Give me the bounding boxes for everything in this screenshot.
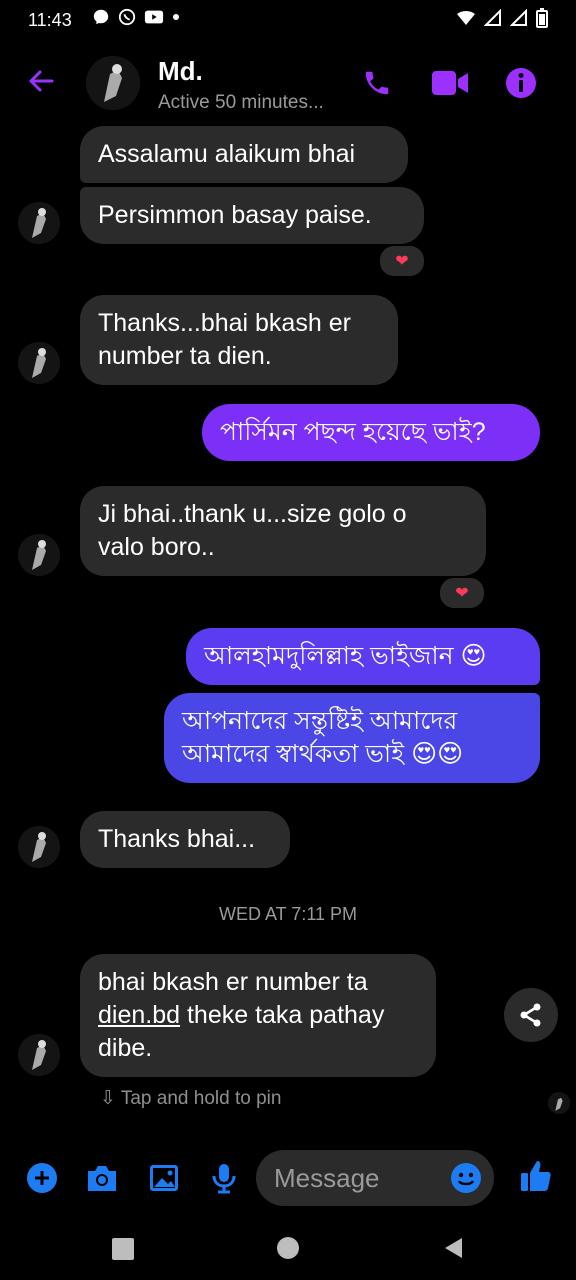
status-time: 11:43 bbox=[28, 10, 72, 30]
info-icon[interactable] bbox=[504, 66, 538, 100]
signal-icon bbox=[510, 9, 527, 26]
avatar[interactable] bbox=[18, 342, 60, 384]
date-separator: WED AT 7:11 PM bbox=[218, 904, 358, 924]
thumbs-up-icon[interactable] bbox=[518, 1158, 554, 1194]
avatar[interactable] bbox=[86, 56, 140, 110]
phone-icon[interactable] bbox=[360, 66, 394, 100]
message-bubble-outgoing[interactable]: আলহামদুলিল্লাহ ভাইজান 😍 bbox=[186, 628, 540, 685]
wifi-icon bbox=[457, 11, 475, 25]
share-button[interactable] bbox=[504, 988, 558, 1042]
image-icon[interactable] bbox=[146, 1160, 182, 1196]
message-bubble-incoming[interactable]: bhai bkash er number ta dien.bd theke ta… bbox=[80, 954, 436, 1077]
battery-icon bbox=[536, 8, 548, 28]
message-link[interactable]: dien.bd bbox=[98, 1001, 180, 1029]
status-left-icons bbox=[92, 8, 180, 26]
read-receipt-avatar bbox=[548, 1092, 570, 1114]
pin-hint: ⇩ Tap and hold to pin bbox=[100, 1088, 282, 1109]
contact-active-status: Active 50 minutes... bbox=[158, 92, 324, 113]
chat-header: Md. Active 50 minutes... bbox=[0, 40, 576, 124]
messenger-notification-icon bbox=[93, 9, 109, 25]
back-triangle-icon[interactable] bbox=[442, 1236, 464, 1260]
message-bubble-incoming[interactable]: Thanks...bhai bkash er number ta dien. bbox=[80, 295, 398, 385]
message-bubble-incoming[interactable]: Thanks bhai... bbox=[80, 811, 290, 868]
dot-icon bbox=[173, 14, 179, 20]
avatar[interactable] bbox=[18, 826, 60, 868]
whatsapp-icon bbox=[118, 8, 136, 26]
status-bar: 11:43 bbox=[0, 0, 576, 40]
pin-icon: ⇩ bbox=[100, 1088, 116, 1109]
microphone-icon[interactable] bbox=[206, 1160, 242, 1196]
message-bubble-incoming[interactable]: Persimmon basay paise. bbox=[80, 187, 424, 244]
avatar[interactable] bbox=[18, 202, 60, 244]
message-bubble-outgoing[interactable]: পার্সিমন পছন্দ হয়েছে ভাই? bbox=[202, 404, 540, 461]
avatar[interactable] bbox=[18, 1034, 60, 1076]
message-bubble-incoming[interactable]: Ji bhai..thank u...size golo o valo boro… bbox=[80, 486, 486, 576]
emoji-icon[interactable] bbox=[448, 1160, 484, 1196]
message-bubble-outgoing[interactable]: আপনাদের সন্তুষ্টিই আমাদের আমাদের স্বার্থ… bbox=[164, 693, 540, 783]
message-bubble-incoming[interactable]: Assalamu alaikum bhai bbox=[80, 126, 408, 183]
share-icon bbox=[520, 1003, 541, 1027]
back-arrow-icon[interactable] bbox=[26, 66, 56, 96]
camera-icon[interactable] bbox=[84, 1160, 120, 1196]
signal-icon bbox=[484, 9, 501, 26]
avatar[interactable] bbox=[18, 534, 60, 576]
home-circle-icon[interactable] bbox=[277, 1237, 299, 1259]
android-nav-bar bbox=[0, 1214, 576, 1280]
heart-reaction-icon[interactable]: ❤ bbox=[438, 576, 486, 610]
contact-name[interactable]: Md. bbox=[158, 56, 203, 87]
message-input[interactable]: Message bbox=[256, 1150, 494, 1206]
recents-square-icon[interactable] bbox=[112, 1238, 134, 1260]
heart-reaction-icon[interactable]: ❤ bbox=[378, 244, 426, 278]
youtube-icon bbox=[144, 10, 164, 24]
composer-bar: Message bbox=[0, 1144, 576, 1214]
status-right-icons bbox=[456, 8, 548, 28]
video-camera-icon[interactable] bbox=[430, 66, 470, 100]
plus-icon[interactable] bbox=[24, 1160, 60, 1196]
